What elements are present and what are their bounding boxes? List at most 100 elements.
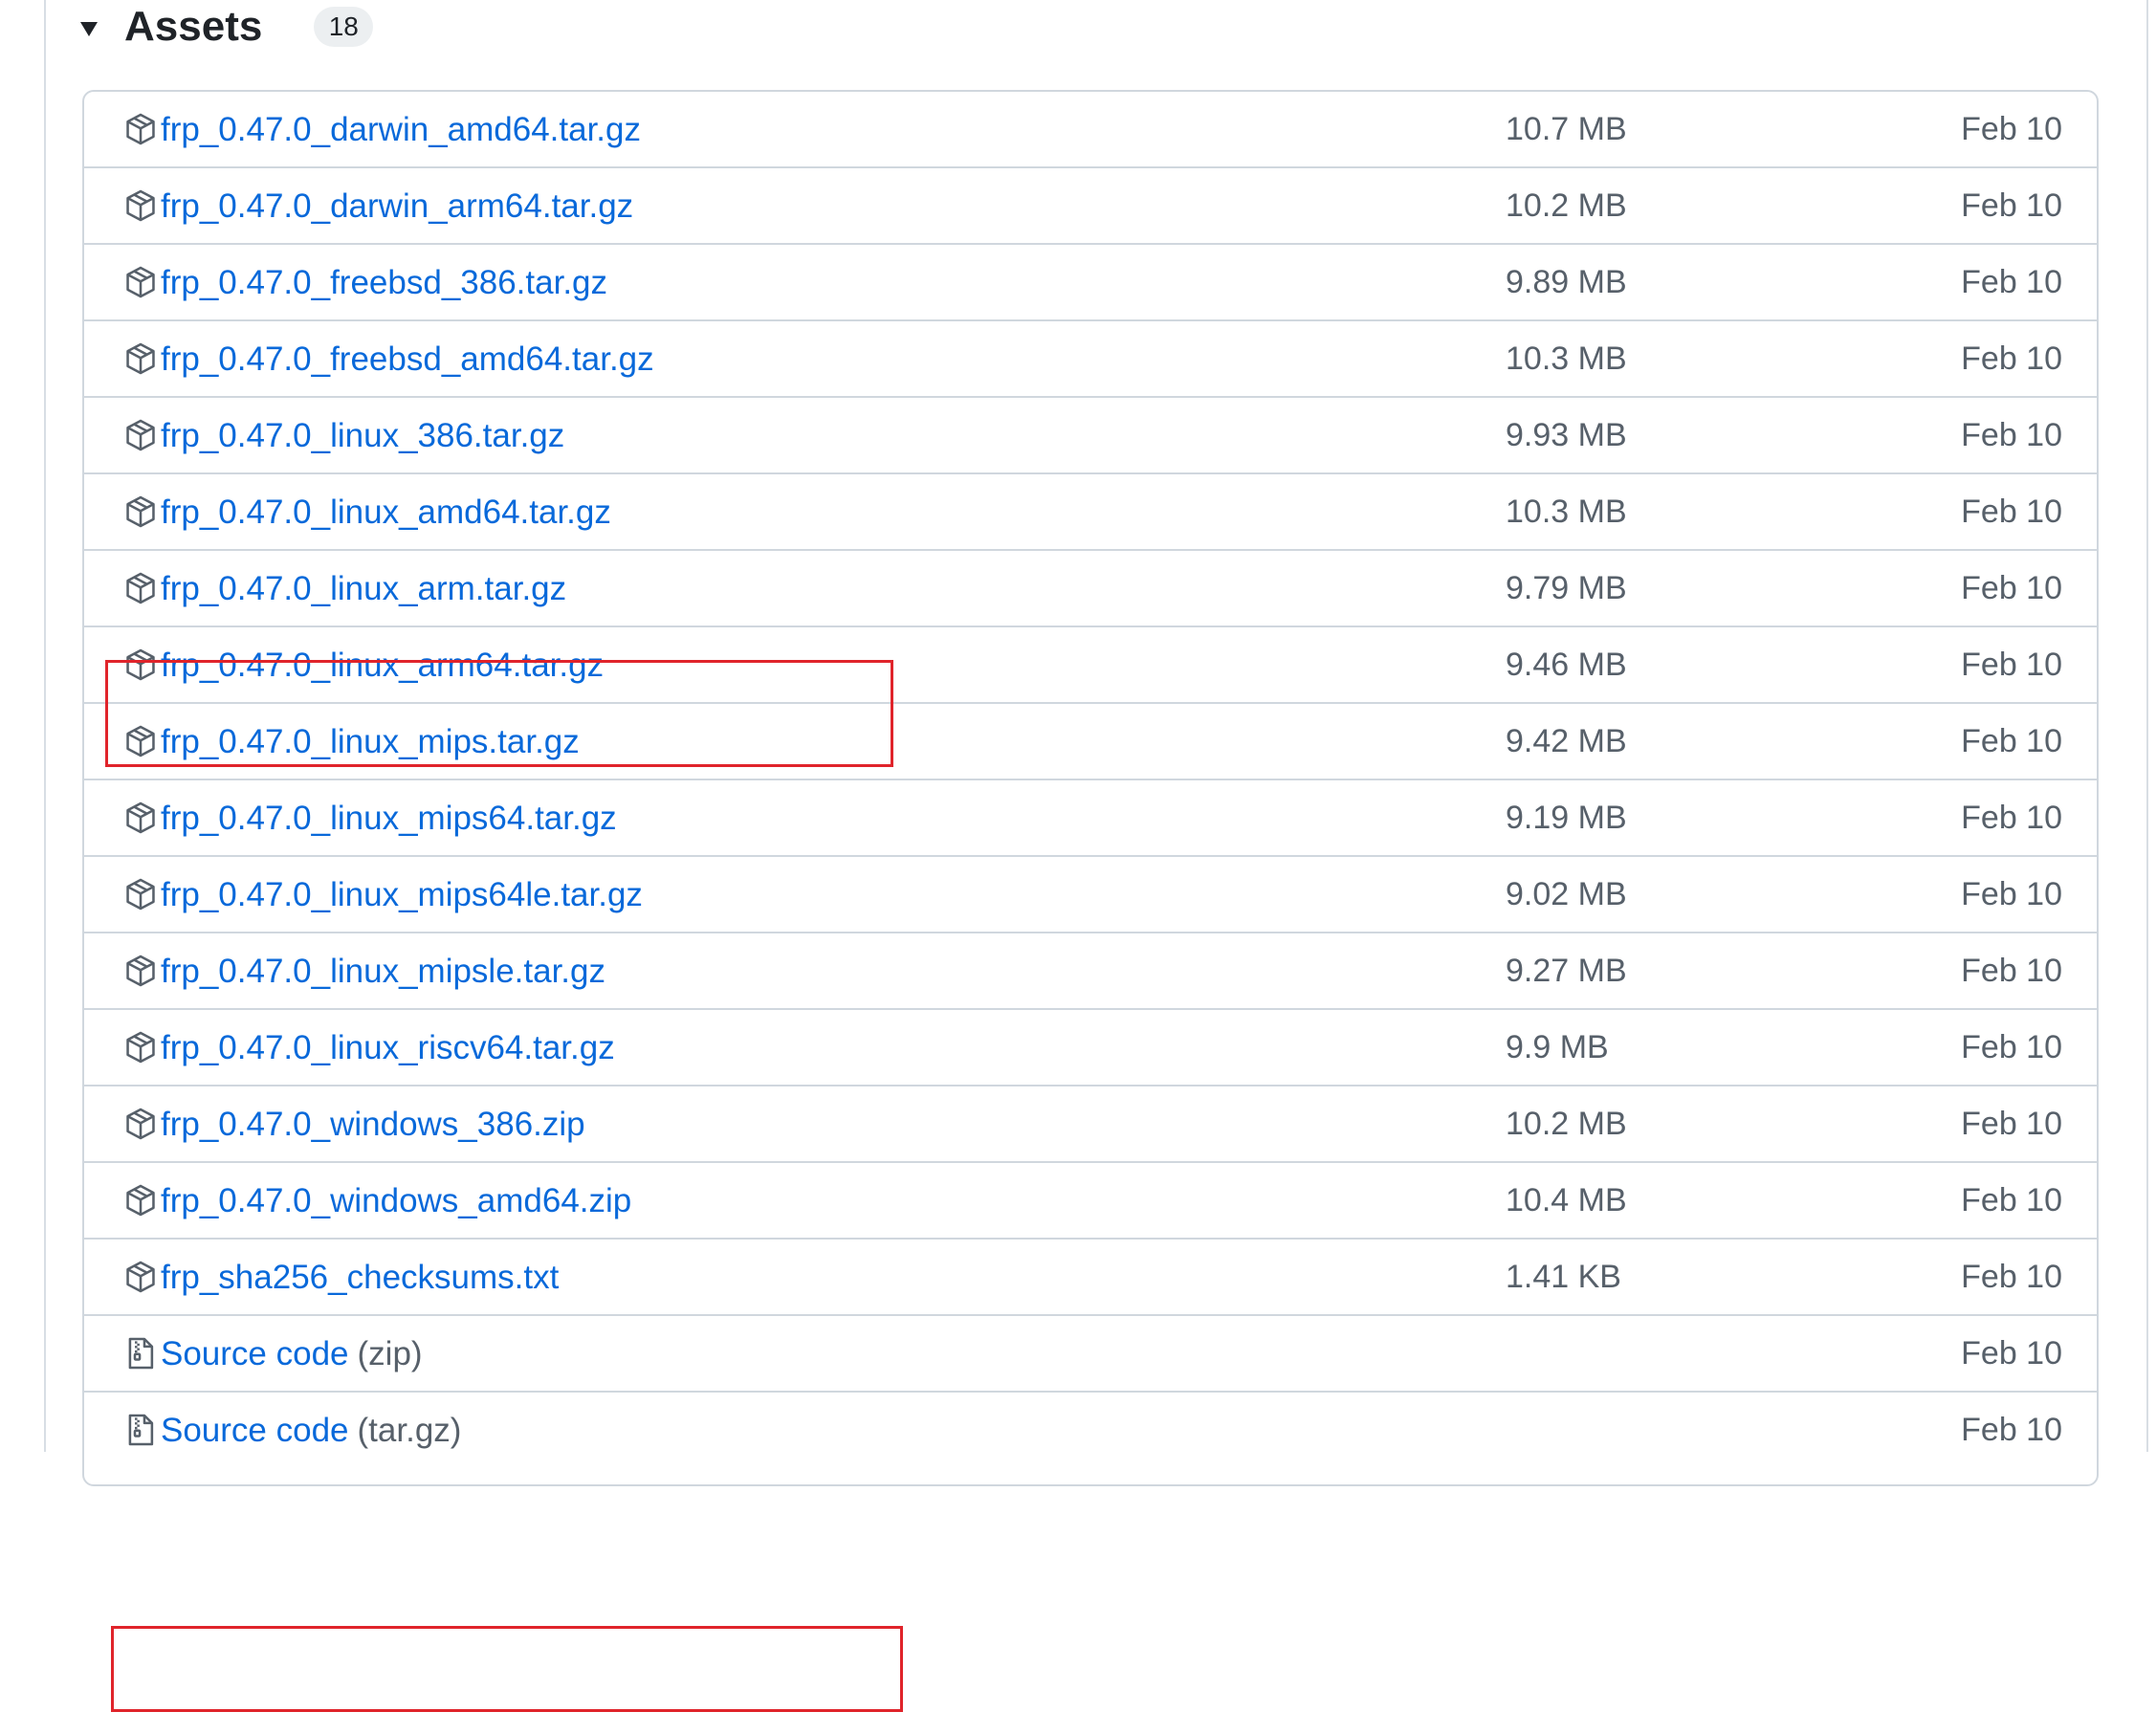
asset-size: 10.4 MB [1506,1181,1627,1218]
asset-date: Feb 10 [1961,493,2062,530]
asset-row: frp_0.47.0_linux_mips64le.tar.gz 9.02 MB F… [84,855,2097,932]
asset-row: frp_0.47.0_freebsd_amd64.tar.gz 10.3 MB Fe… [84,319,2097,396]
asset-date: Feb 10 [1961,263,2062,300]
package-icon-graphic [126,725,155,757]
asset-download-link[interactable]: frp_0.47.0_windows_amd64.zip [161,1184,631,1218]
package-icon-graphic [126,801,155,834]
asset-row: frp_0.47.0_freebsd_386.tar.gz 9.89 MB Feb … [84,243,2097,319]
asset-row: frp_0.47.0_darwin_amd64.tar.gz 10.7 MB Feb… [84,92,2097,166]
asset-download-link[interactable]: frp_0.47.0_windows_386.zip [161,1108,585,1141]
asset-download-link[interactable]: frp_0.47.0_linux_riscv64.tar.gz [161,1031,615,1065]
asset-row: frp_0.47.0_linux_arm.tar.gz 9.79 MB Feb 10 [84,549,2097,626]
asset-download-link[interactable]: frp_0.47.0_linux_mips64le.tar.gz [161,878,643,911]
asset-download-link[interactable]: frp_0.47.0_linux_amd64.tar.gz [161,495,611,529]
asset-name-cell: Source code (zip) [122,1316,423,1391]
asset-row: frp_0.47.0_linux_amd64.tar.gz 10.3 MB Feb … [84,472,2097,549]
asset-name-cell: frp_0.47.0_freebsd_386.tar.gz [122,245,607,319]
package-icon-graphic [126,1031,155,1064]
package-icon [122,1259,159,1295]
asset-size: 9.19 MB [1506,799,1627,836]
package-icon-graphic [126,419,155,451]
asset-date: Feb 10 [1961,1028,2062,1065]
asset-date: Feb 10 [1961,1181,2062,1218]
asset-date: Feb 10 [1961,416,2062,453]
asset-name-cell: frp_0.47.0_darwin_amd64.tar.gz [122,92,641,166]
package-icon [122,111,159,147]
asset-size: 10.3 MB [1506,340,1627,377]
asset-date: Feb 10 [1961,1258,2062,1295]
asset-name-cell: frp_sha256_checksums.txt [122,1240,559,1314]
asset-size: 9.46 MB [1506,646,1627,683]
asset-download-link[interactable]: frp_0.47.0_freebsd_386.tar.gz [161,266,607,299]
asset-download-link[interactable]: frp_0.47.0_darwin_amd64.tar.gz [161,113,641,146]
package-icon-graphic [126,572,155,604]
package-icon [122,800,159,836]
asset-download-link[interactable]: frp_0.47.0_linux_arm64.tar.gz [161,648,604,682]
package-icon [122,647,159,683]
asset-name-cell: frp_0.47.0_linux_mips.tar.gz [122,704,580,779]
asset-name-cell: frp_0.47.0_linux_386.tar.gz [122,398,564,472]
asset-row: frp_0.47.0_linux_mips64.tar.gz 9.19 MB Feb… [84,779,2097,855]
asset-name-cell: frp_0.47.0_linux_mips64.tar.gz [122,780,617,855]
asset-download-link[interactable]: frp_0.47.0_linux_386.tar.gz [161,419,564,452]
assets-header[interactable]: Assets 18 [80,0,374,54]
asset-row: frp_0.47.0_linux_riscv64.tar.gz 9.9 MB Feb… [84,1008,2097,1085]
asset-name-cell: frp_0.47.0_linux_amd64.tar.gz [122,474,611,549]
asset-download-link[interactable]: frp_0.47.0_freebsd_amd64.tar.gz [161,342,654,376]
package-icon-graphic [126,189,155,222]
package-icon-graphic [126,1184,155,1217]
asset-download-link[interactable]: Source code (zip) [161,1337,423,1371]
asset-size: 9.42 MB [1506,722,1627,759]
package-icon-graphic [126,878,155,911]
asset-name-cell: frp_0.47.0_darwin_arm64.tar.gz [122,168,633,243]
package-icon-graphic [126,955,155,987]
asset-size: 9.02 MB [1506,875,1627,912]
asset-download-link[interactable]: frp_0.47.0_linux_mips.tar.gz [161,725,580,758]
asset-size: 10.3 MB [1506,493,1627,530]
asset-download-link[interactable]: frp_0.47.0_linux_mipsle.tar.gz [161,955,605,988]
page-left-border [44,0,46,1452]
asset-size: 10.2 MB [1506,1105,1627,1142]
file-zip-icon-graphic [128,1337,154,1370]
file-zip-icon [122,1412,159,1448]
asset-size: 10.7 MB [1506,110,1627,147]
asset-date: Feb 10 [1961,722,2062,759]
asset-download-link[interactable]: frp_0.47.0_linux_mips64.tar.gz [161,801,617,835]
asset-size: 9.93 MB [1506,416,1627,453]
package-icon [122,187,159,224]
caret-down-icon[interactable] [80,21,98,36]
asset-row: frp_0.47.0_windows_386.zip 10.2 MB Feb 10 [84,1085,2097,1161]
asset-row: frp_0.47.0_linux_mipsle.tar.gz 9.27 MB Feb… [84,932,2097,1008]
highlight-box-windows-amd64 [111,1626,903,1712]
asset-row: frp_0.47.0_linux_mips.tar.gz 9.42 MB Feb 1… [84,702,2097,779]
package-icon-graphic [126,342,155,375]
asset-date: Feb 10 [1961,187,2062,224]
asset-date: Feb 10 [1961,799,2062,836]
assets-count-badge: 18 [314,7,374,47]
asset-download-link[interactable]: frp_sha256_checksums.txt [161,1261,559,1294]
package-icon-graphic [126,648,155,681]
asset-name-cell: frp_0.47.0_linux_mips64le.tar.gz [122,857,643,932]
package-icon [122,417,159,453]
asset-row: Source code (zip) Feb 10 [84,1314,2097,1391]
asset-name-cell: frp_0.47.0_windows_amd64.zip [122,1163,631,1238]
asset-name-cell: frp_0.47.0_linux_arm.tar.gz [122,551,566,626]
asset-format-suffix: (zip) [357,1334,423,1372]
package-icon [122,953,159,989]
asset-name-cell: frp_0.47.0_freebsd_amd64.tar.gz [122,321,654,396]
file-zip-icon [122,1335,159,1372]
asset-download-link[interactable]: frp_0.47.0_linux_arm.tar.gz [161,572,566,605]
asset-name-cell: frp_0.47.0_linux_mipsle.tar.gz [122,933,605,1008]
asset-date: Feb 10 [1961,1105,2062,1142]
asset-name-cell: frp_0.47.0_windows_386.zip [122,1086,585,1161]
package-icon [122,494,159,530]
asset-row: frp_0.47.0_linux_arm64.tar.gz 9.46 MB Feb … [84,626,2097,702]
package-icon-graphic [126,1108,155,1140]
assets-title: Assets [124,3,263,50]
asset-date: Feb 10 [1961,1334,2062,1372]
asset-date: Feb 10 [1961,110,2062,147]
package-icon [122,876,159,912]
asset-download-link[interactable]: Source code (tar.gz) [161,1414,461,1447]
asset-download-link[interactable]: frp_0.47.0_darwin_arm64.tar.gz [161,189,633,223]
package-icon [122,1029,159,1065]
